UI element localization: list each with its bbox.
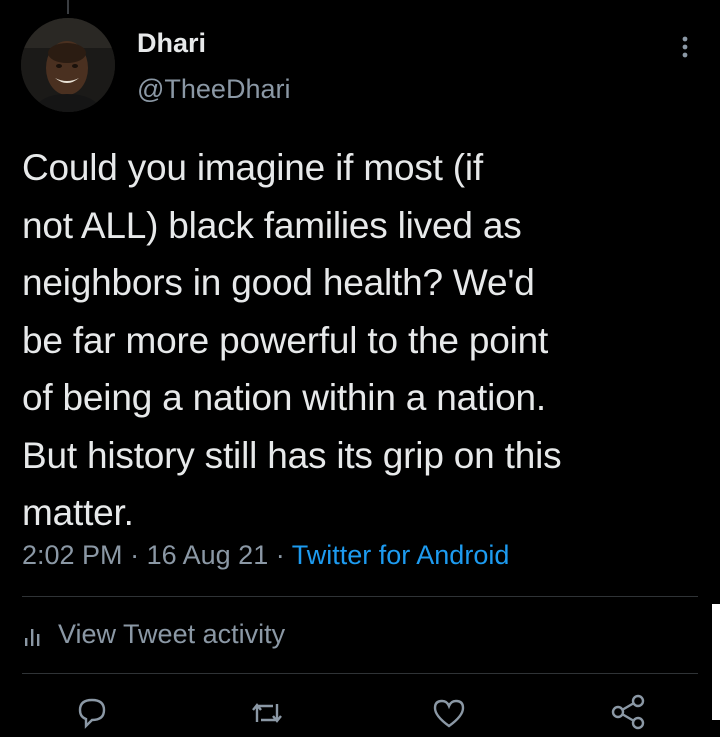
avatar[interactable]	[21, 18, 115, 112]
reply-icon	[78, 698, 106, 729]
bar-chart-icon	[25, 629, 40, 646]
tweet-source-link[interactable]: Twitter for Android	[292, 540, 510, 570]
meta-separator: ·	[130, 540, 140, 570]
share-icon	[611, 694, 645, 730]
tweet-metadata: 2:02 PM · 16 Aug 21 · Twitter for Androi…	[22, 537, 509, 573]
author-display-name[interactable]: Dhari	[137, 27, 206, 59]
thread-connector-line	[67, 0, 69, 14]
avatar-image	[21, 18, 115, 112]
retweet-icon	[252, 703, 282, 723]
retweet-button[interactable]	[247, 692, 287, 732]
heart-icon	[433, 699, 465, 728]
like-button[interactable]	[429, 692, 469, 732]
more-vertical-icon	[682, 36, 688, 58]
author-handle[interactable]: @TheeDhari	[137, 73, 290, 105]
divider	[22, 673, 698, 674]
tweet-time[interactable]: 2:02 PM	[22, 540, 123, 570]
tweet-date[interactable]: 16 Aug 21	[147, 540, 269, 570]
divider	[22, 596, 698, 597]
reply-button[interactable]	[72, 692, 112, 732]
meta-separator: ·	[275, 540, 285, 570]
scrollbar[interactable]	[712, 604, 720, 720]
view-tweet-activity-label: View Tweet activity	[58, 618, 286, 649]
share-button[interactable]	[608, 692, 648, 732]
view-tweet-activity-button[interactable]: View Tweet activity	[22, 614, 285, 654]
more-options-button[interactable]	[670, 32, 700, 62]
tweet-text: Could you imagine if most (if not ALL) b…	[22, 147, 562, 533]
